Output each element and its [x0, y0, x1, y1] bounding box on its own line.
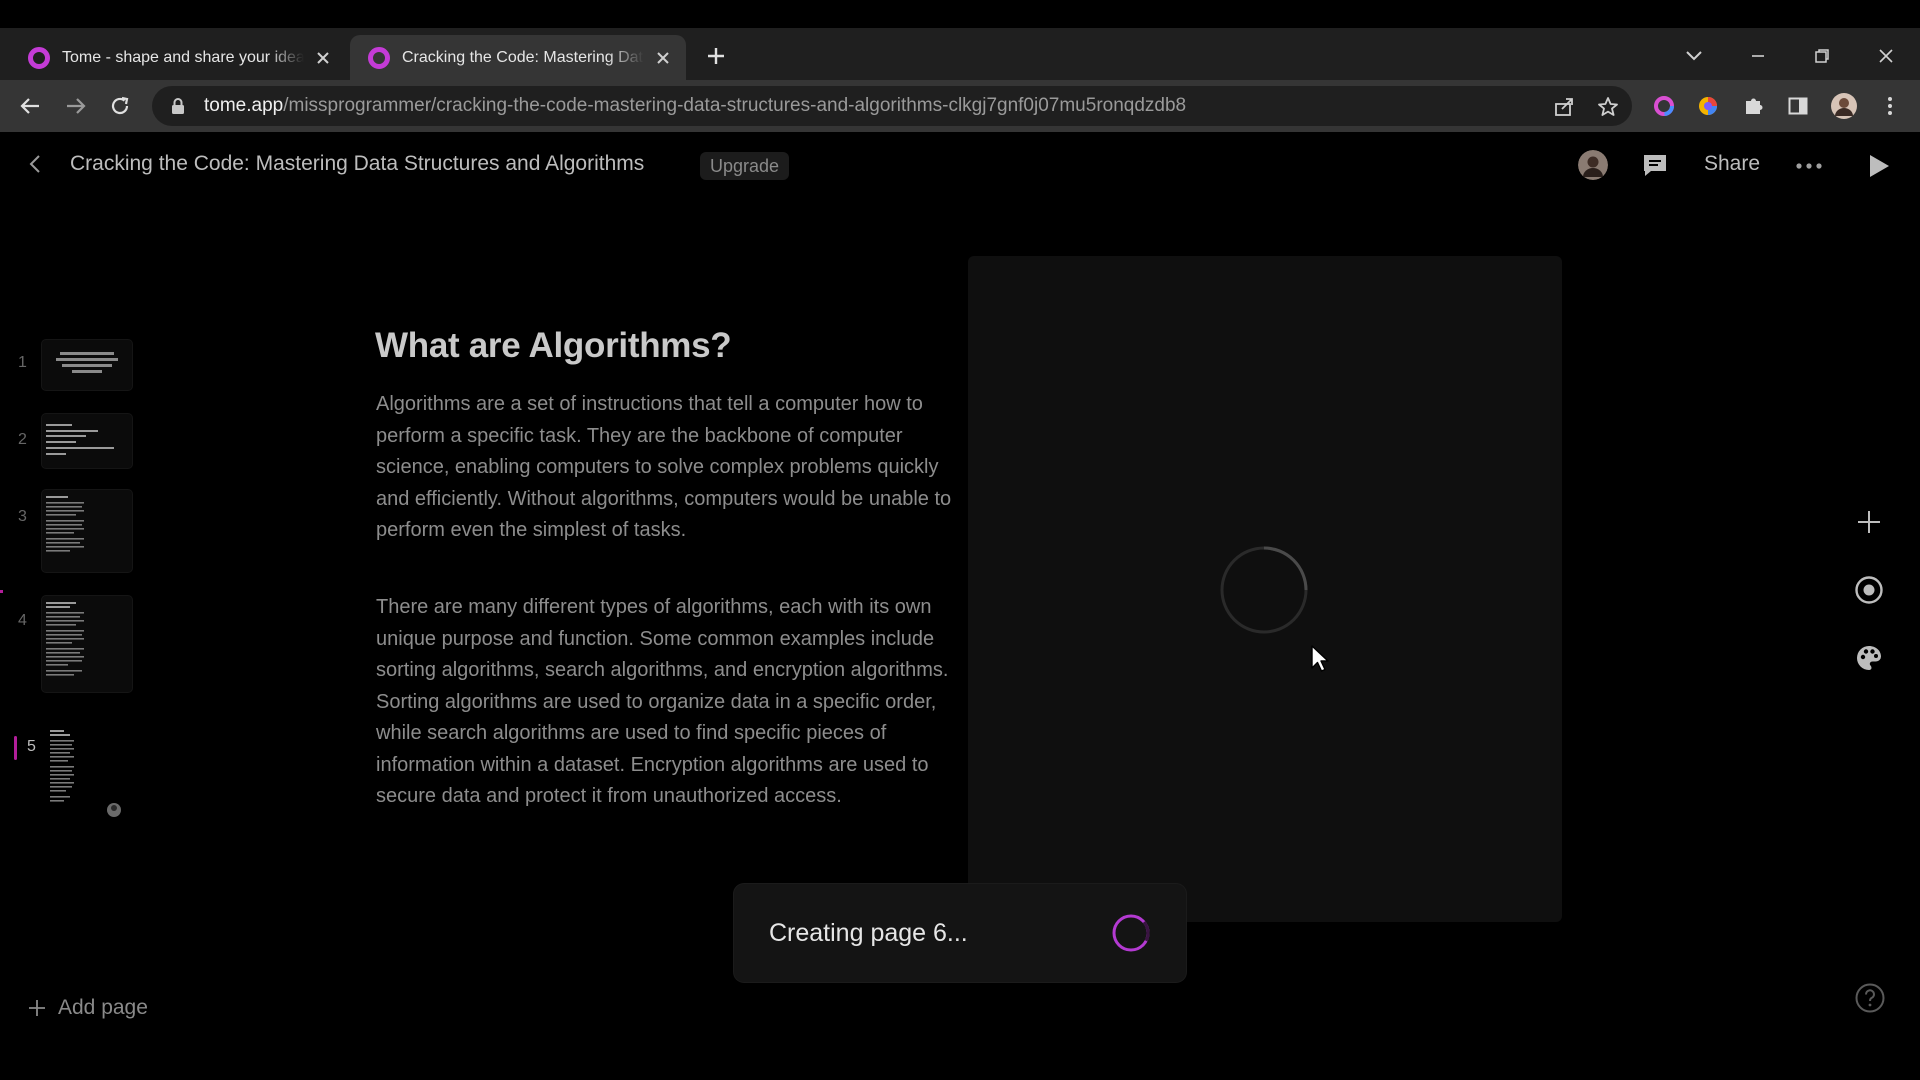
- upgrade-badge[interactable]: Upgrade: [700, 152, 790, 180]
- page-thumbnail: [42, 596, 132, 692]
- back-to-home-button[interactable]: [24, 152, 48, 176]
- page-thumbnail: [42, 340, 132, 390]
- browser-tab-current[interactable]: Cracking the Code: Mastering Data Struct…: [350, 35, 686, 80]
- new-tab-button[interactable]: [704, 44, 728, 68]
- page-thumbnail: [42, 490, 132, 572]
- document-title[interactable]: Cracking the Code: Mastering Data Struct…: [70, 152, 644, 176]
- forward-button[interactable]: [62, 92, 90, 120]
- star-icon[interactable]: [1596, 95, 1620, 119]
- browser-tab-tome-home[interactable]: Tome - shape and share your ideas: [10, 35, 346, 80]
- add-page-button[interactable]: Add page: [28, 996, 148, 1020]
- arrow-left-icon: [20, 98, 39, 114]
- extensions-button[interactable]: [1740, 92, 1768, 120]
- comment-icon: [1644, 155, 1666, 176]
- chevron-left-icon: [29, 155, 40, 173]
- share-icon[interactable]: [1552, 95, 1576, 119]
- plus-icon: [29, 1000, 45, 1016]
- more-horizontal-icon: [1796, 163, 1822, 169]
- restore-button[interactable]: [1808, 42, 1836, 70]
- play-icon: [1870, 155, 1889, 177]
- slide-heading[interactable]: What are Algorithms?: [375, 326, 732, 366]
- slide-paragraph-2[interactable]: There are many different types of algori…: [376, 592, 954, 813]
- close-icon: [1879, 49, 1893, 63]
- plus-icon: [708, 48, 724, 64]
- creating-page-toast: Creating page 6...: [734, 884, 1186, 982]
- mouse-cursor-icon: [1311, 645, 1329, 672]
- add-tile-button[interactable]: [1852, 505, 1886, 539]
- tab-search-button[interactable]: [1680, 42, 1708, 70]
- puzzle-icon: [1746, 98, 1763, 114]
- more-options-button[interactable]: [1794, 154, 1824, 178]
- loading-spinner: [1112, 914, 1150, 952]
- reload-button[interactable]: [106, 92, 134, 120]
- minimize-icon: [1752, 55, 1764, 57]
- browser-tab-strip: Tome - shape and share your ideas Cracki…: [0, 28, 1920, 80]
- url-text: tome.app/missprogrammer/cracking-the-cod…: [204, 95, 1186, 117]
- page-number: 3: [18, 508, 27, 525]
- url-path: /missprogrammer/cracking-the-code-master…: [283, 95, 1187, 116]
- close-window-button[interactable]: [1872, 42, 1900, 70]
- theme-button[interactable]: [1852, 641, 1886, 675]
- browser-toolbar: tome.app/missprogrammer/cracking-the-cod…: [0, 80, 1920, 132]
- close-icon[interactable]: [654, 49, 672, 67]
- chevron-down-icon: [1686, 51, 1702, 61]
- page-number: 2: [18, 431, 27, 448]
- profile-avatar[interactable]: [1830, 92, 1858, 120]
- colorful-extension-icon: [1699, 97, 1717, 115]
- app-header: Cracking the Code: Mastering Data Struct…: [0, 132, 1920, 200]
- lock-icon: [172, 98, 184, 114]
- loading-spinner: [1220, 546, 1308, 634]
- collaborator-avatar[interactable]: [1578, 150, 1608, 180]
- colorful-extension-button[interactable]: [1694, 92, 1722, 120]
- share-button[interactable]: Share: [1704, 152, 1760, 176]
- page-number: 1: [18, 354, 27, 371]
- minimize-button[interactable]: [1744, 42, 1772, 70]
- edge-indicator: [0, 590, 3, 593]
- address-bar[interactable]: tome.app/missprogrammer/cracking-the-cod…: [152, 86, 1632, 126]
- url-host: tome.app: [204, 95, 284, 116]
- page-thumbnail: [42, 414, 132, 468]
- tome-logo-icon: [28, 46, 50, 69]
- avatar-icon: [1831, 93, 1857, 119]
- active-page-indicator: [14, 736, 17, 760]
- tome-logo-icon: [368, 46, 390, 69]
- ring-extension-button[interactable]: [1650, 92, 1678, 120]
- page-thumbnail: [42, 724, 126, 820]
- page-number: 4: [18, 612, 27, 629]
- kebab-menu-icon: [1888, 97, 1892, 115]
- tab-title: Tome - shape and share your ideas: [62, 48, 304, 66]
- help-button[interactable]: [1854, 982, 1886, 1014]
- plus-icon: [1858, 511, 1880, 533]
- record-icon: [1855, 576, 1883, 604]
- comments-button[interactable]: [1640, 150, 1670, 180]
- slide-paragraph-1[interactable]: Algorithms are a set of instructions tha…: [376, 389, 954, 547]
- side-panel-icon: [1788, 97, 1808, 115]
- close-icon[interactable]: [314, 49, 332, 67]
- side-panel-button[interactable]: [1784, 92, 1812, 120]
- palette-icon: [1857, 646, 1881, 670]
- present-button[interactable]: [1866, 152, 1892, 180]
- page-number: 5: [27, 738, 36, 755]
- toast-message: Creating page 6...: [769, 918, 968, 947]
- add-page-label: Add page: [58, 996, 148, 1019]
- help-icon: [1855, 983, 1885, 1013]
- tab-title: Cracking the Code: Mastering Data Struct…: [402, 48, 644, 66]
- ring-extension-icon: [1654, 96, 1674, 116]
- arrow-right-icon: [67, 98, 86, 114]
- back-button[interactable]: [16, 92, 44, 120]
- record-button[interactable]: [1852, 573, 1886, 607]
- restore-icon: [1815, 49, 1829, 63]
- browser-menu-button[interactable]: [1876, 92, 1904, 120]
- reload-icon: [111, 96, 129, 115]
- avatar-icon: [1578, 150, 1608, 180]
